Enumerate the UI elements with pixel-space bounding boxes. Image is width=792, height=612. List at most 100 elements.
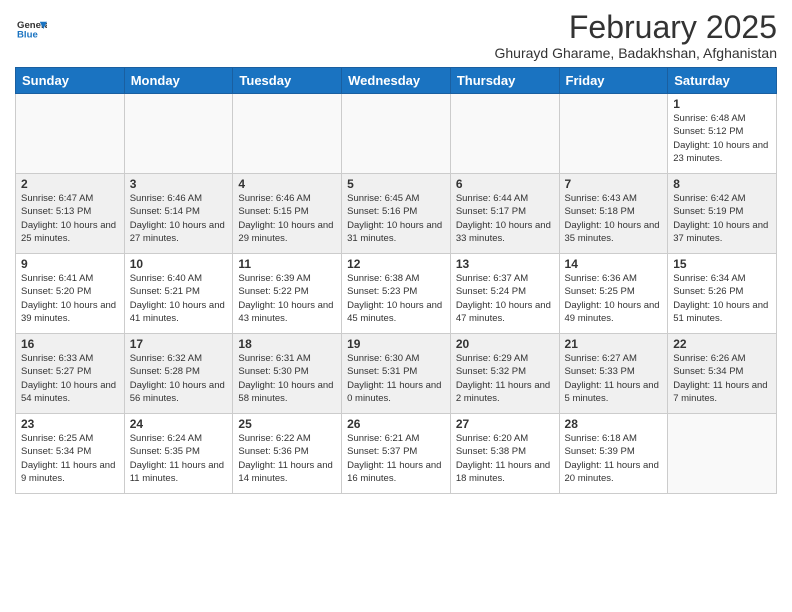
- day-number: 5: [347, 177, 445, 191]
- day-info: Sunrise: 6:20 AM Sunset: 5:38 PM Dayligh…: [456, 432, 554, 485]
- calendar-cell: [668, 414, 777, 494]
- day-number: 26: [347, 417, 445, 431]
- col-sunday: Sunday: [16, 68, 125, 94]
- calendar-cell: 27Sunrise: 6:20 AM Sunset: 5:38 PM Dayli…: [450, 414, 559, 494]
- day-number: 10: [130, 257, 228, 271]
- day-number: 15: [673, 257, 771, 271]
- calendar-cell: 28Sunrise: 6:18 AM Sunset: 5:39 PM Dayli…: [559, 414, 668, 494]
- day-number: 22: [673, 337, 771, 351]
- calendar-cell: [342, 94, 451, 174]
- logo: General Blue: [15, 14, 47, 49]
- calendar-cell: 23Sunrise: 6:25 AM Sunset: 5:34 PM Dayli…: [16, 414, 125, 494]
- calendar-cell: 16Sunrise: 6:33 AM Sunset: 5:27 PM Dayli…: [16, 334, 125, 414]
- day-number: 4: [238, 177, 336, 191]
- col-monday: Monday: [124, 68, 233, 94]
- day-info: Sunrise: 6:31 AM Sunset: 5:30 PM Dayligh…: [238, 352, 336, 405]
- calendar-cell: [16, 94, 125, 174]
- day-number: 16: [21, 337, 119, 351]
- calendar-cell: 13Sunrise: 6:37 AM Sunset: 5:24 PM Dayli…: [450, 254, 559, 334]
- day-number: 23: [21, 417, 119, 431]
- day-number: 17: [130, 337, 228, 351]
- day-info: Sunrise: 6:48 AM Sunset: 5:12 PM Dayligh…: [673, 112, 771, 165]
- calendar-cell: 4Sunrise: 6:46 AM Sunset: 5:15 PM Daylig…: [233, 174, 342, 254]
- col-friday: Friday: [559, 68, 668, 94]
- day-info: Sunrise: 6:46 AM Sunset: 5:14 PM Dayligh…: [130, 192, 228, 245]
- day-number: 9: [21, 257, 119, 271]
- day-info: Sunrise: 6:22 AM Sunset: 5:36 PM Dayligh…: [238, 432, 336, 485]
- day-number: 13: [456, 257, 554, 271]
- page: General Blue February 2025 Ghurayd Ghara…: [0, 0, 792, 612]
- day-info: Sunrise: 6:21 AM Sunset: 5:37 PM Dayligh…: [347, 432, 445, 485]
- day-info: Sunrise: 6:29 AM Sunset: 5:32 PM Dayligh…: [456, 352, 554, 405]
- calendar-cell: 8Sunrise: 6:42 AM Sunset: 5:19 PM Daylig…: [668, 174, 777, 254]
- week-row-2: 2Sunrise: 6:47 AM Sunset: 5:13 PM Daylig…: [16, 174, 777, 254]
- calendar-table: Sunday Monday Tuesday Wednesday Thursday…: [15, 67, 777, 494]
- day-number: 14: [565, 257, 663, 271]
- calendar-cell: [124, 94, 233, 174]
- day-number: 24: [130, 417, 228, 431]
- day-number: 3: [130, 177, 228, 191]
- calendar-cell: 11Sunrise: 6:39 AM Sunset: 5:22 PM Dayli…: [233, 254, 342, 334]
- day-info: Sunrise: 6:44 AM Sunset: 5:17 PM Dayligh…: [456, 192, 554, 245]
- calendar-cell: 19Sunrise: 6:30 AM Sunset: 5:31 PM Dayli…: [342, 334, 451, 414]
- day-info: Sunrise: 6:34 AM Sunset: 5:26 PM Dayligh…: [673, 272, 771, 325]
- calendar-cell: 25Sunrise: 6:22 AM Sunset: 5:36 PM Dayli…: [233, 414, 342, 494]
- header-row: Sunday Monday Tuesday Wednesday Thursday…: [16, 68, 777, 94]
- day-info: Sunrise: 6:38 AM Sunset: 5:23 PM Dayligh…: [347, 272, 445, 325]
- col-wednesday: Wednesday: [342, 68, 451, 94]
- calendar-cell: 7Sunrise: 6:43 AM Sunset: 5:18 PM Daylig…: [559, 174, 668, 254]
- day-info: Sunrise: 6:46 AM Sunset: 5:15 PM Dayligh…: [238, 192, 336, 245]
- day-info: Sunrise: 6:27 AM Sunset: 5:33 PM Dayligh…: [565, 352, 663, 405]
- calendar-cell: 15Sunrise: 6:34 AM Sunset: 5:26 PM Dayli…: [668, 254, 777, 334]
- day-number: 20: [456, 337, 554, 351]
- day-info: Sunrise: 6:45 AM Sunset: 5:16 PM Dayligh…: [347, 192, 445, 245]
- day-number: 1: [673, 97, 771, 111]
- calendar-cell: 20Sunrise: 6:29 AM Sunset: 5:32 PM Dayli…: [450, 334, 559, 414]
- col-tuesday: Tuesday: [233, 68, 342, 94]
- calendar-cell: 10Sunrise: 6:40 AM Sunset: 5:21 PM Dayli…: [124, 254, 233, 334]
- day-info: Sunrise: 6:33 AM Sunset: 5:27 PM Dayligh…: [21, 352, 119, 405]
- week-row-3: 9Sunrise: 6:41 AM Sunset: 5:20 PM Daylig…: [16, 254, 777, 334]
- header: General Blue February 2025 Ghurayd Ghara…: [15, 10, 777, 61]
- calendar-cell: 3Sunrise: 6:46 AM Sunset: 5:14 PM Daylig…: [124, 174, 233, 254]
- logo-icon: General Blue: [17, 14, 47, 44]
- col-saturday: Saturday: [668, 68, 777, 94]
- day-info: Sunrise: 6:47 AM Sunset: 5:13 PM Dayligh…: [21, 192, 119, 245]
- day-number: 7: [565, 177, 663, 191]
- calendar-cell: 17Sunrise: 6:32 AM Sunset: 5:28 PM Dayli…: [124, 334, 233, 414]
- day-info: Sunrise: 6:36 AM Sunset: 5:25 PM Dayligh…: [565, 272, 663, 325]
- calendar-cell: 6Sunrise: 6:44 AM Sunset: 5:17 PM Daylig…: [450, 174, 559, 254]
- day-number: 21: [565, 337, 663, 351]
- day-number: 18: [238, 337, 336, 351]
- day-number: 11: [238, 257, 336, 271]
- day-info: Sunrise: 6:42 AM Sunset: 5:19 PM Dayligh…: [673, 192, 771, 245]
- day-info: Sunrise: 6:18 AM Sunset: 5:39 PM Dayligh…: [565, 432, 663, 485]
- day-number: 28: [565, 417, 663, 431]
- day-number: 19: [347, 337, 445, 351]
- day-number: 12: [347, 257, 445, 271]
- day-number: 25: [238, 417, 336, 431]
- month-title: February 2025: [494, 10, 777, 45]
- day-number: 8: [673, 177, 771, 191]
- col-thursday: Thursday: [450, 68, 559, 94]
- week-row-4: 16Sunrise: 6:33 AM Sunset: 5:27 PM Dayli…: [16, 334, 777, 414]
- calendar-cell: [559, 94, 668, 174]
- calendar-cell: [450, 94, 559, 174]
- day-info: Sunrise: 6:39 AM Sunset: 5:22 PM Dayligh…: [238, 272, 336, 325]
- calendar-cell: 9Sunrise: 6:41 AM Sunset: 5:20 PM Daylig…: [16, 254, 125, 334]
- day-info: Sunrise: 6:24 AM Sunset: 5:35 PM Dayligh…: [130, 432, 228, 485]
- day-number: 6: [456, 177, 554, 191]
- day-number: 2: [21, 177, 119, 191]
- day-info: Sunrise: 6:41 AM Sunset: 5:20 PM Dayligh…: [21, 272, 119, 325]
- calendar-cell: 5Sunrise: 6:45 AM Sunset: 5:16 PM Daylig…: [342, 174, 451, 254]
- day-info: Sunrise: 6:43 AM Sunset: 5:18 PM Dayligh…: [565, 192, 663, 245]
- calendar-cell: 26Sunrise: 6:21 AM Sunset: 5:37 PM Dayli…: [342, 414, 451, 494]
- calendar-cell: 24Sunrise: 6:24 AM Sunset: 5:35 PM Dayli…: [124, 414, 233, 494]
- day-info: Sunrise: 6:25 AM Sunset: 5:34 PM Dayligh…: [21, 432, 119, 485]
- day-info: Sunrise: 6:40 AM Sunset: 5:21 PM Dayligh…: [130, 272, 228, 325]
- calendar-cell: 22Sunrise: 6:26 AM Sunset: 5:34 PM Dayli…: [668, 334, 777, 414]
- calendar-cell: 21Sunrise: 6:27 AM Sunset: 5:33 PM Dayli…: [559, 334, 668, 414]
- day-number: 27: [456, 417, 554, 431]
- calendar-cell: 2Sunrise: 6:47 AM Sunset: 5:13 PM Daylig…: [16, 174, 125, 254]
- calendar-cell: 1Sunrise: 6:48 AM Sunset: 5:12 PM Daylig…: [668, 94, 777, 174]
